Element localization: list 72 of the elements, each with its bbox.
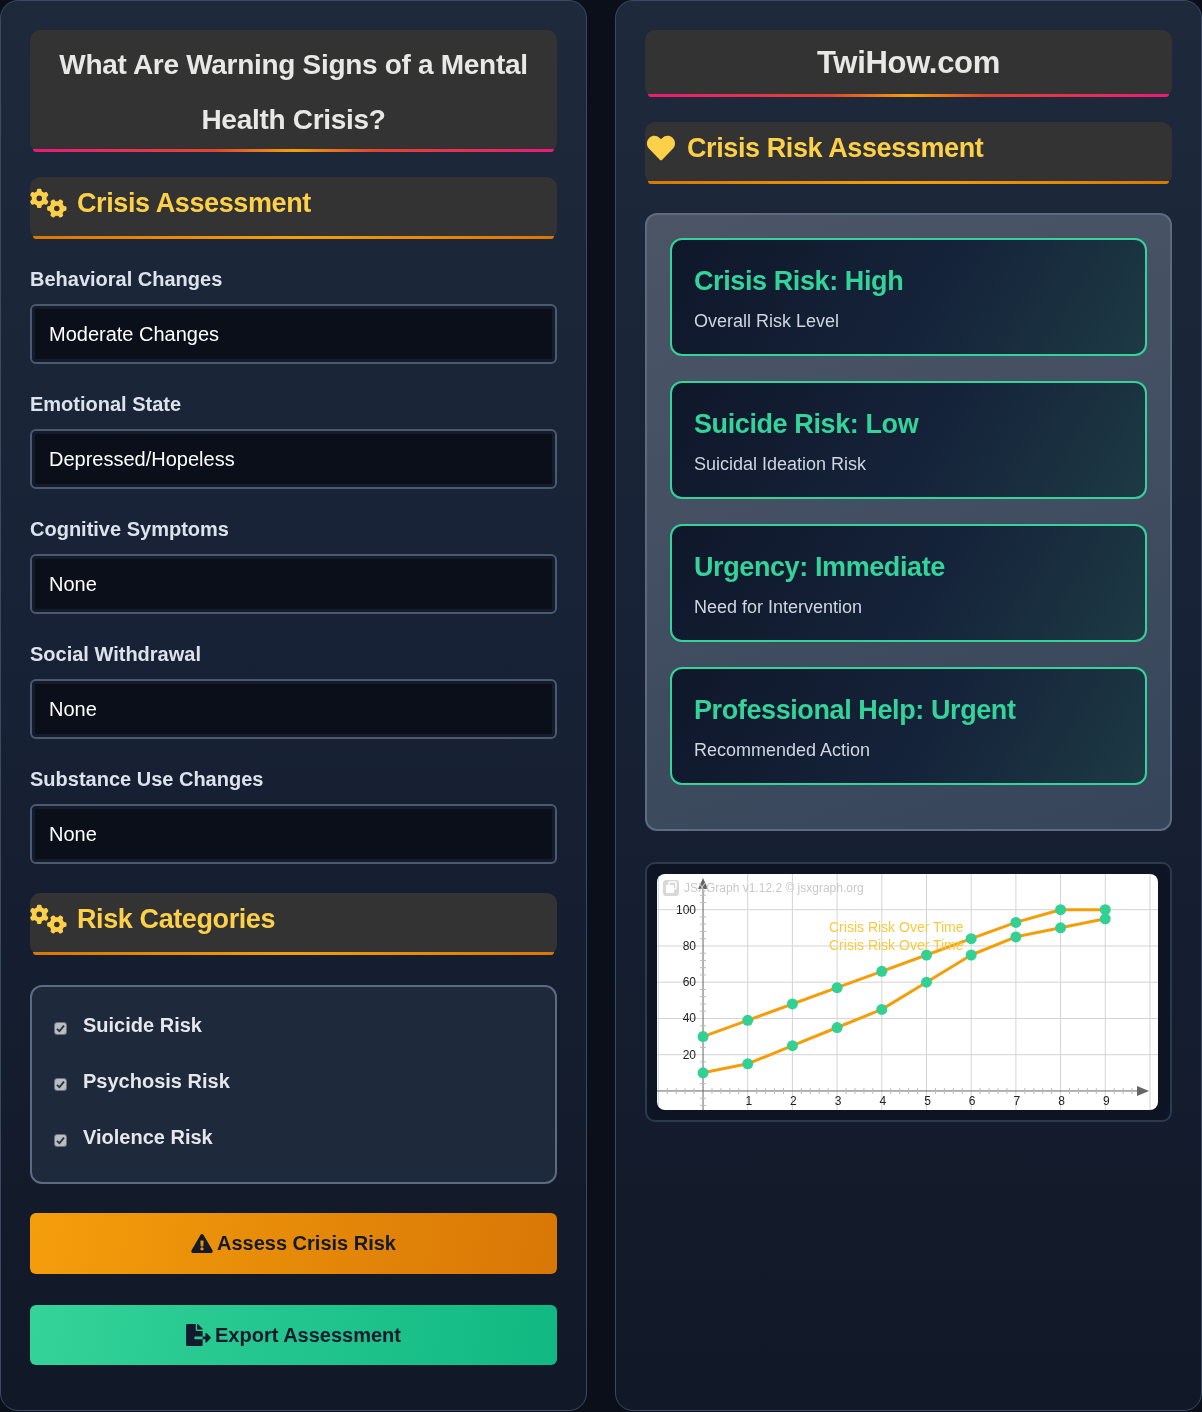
data-point — [831, 1022, 843, 1034]
gears-icon — [30, 904, 67, 934]
axis-tick-label: 20 — [682, 1047, 697, 1062]
data-point — [876, 1003, 888, 1015]
data-point — [876, 965, 888, 977]
axis-tick-label: 9 — [1102, 1093, 1110, 1108]
data-point — [1099, 913, 1111, 925]
data-point — [697, 1067, 709, 1079]
data-point — [742, 1058, 754, 1070]
select-field[interactable]: None — [30, 679, 557, 739]
series-label: Crisis Risk Over Time — [829, 919, 964, 935]
data-point — [965, 949, 977, 961]
select-field[interactable]: Depressed/Hopeless — [30, 429, 557, 489]
checkbox-label: Suicide Risk — [83, 1013, 202, 1037]
select-field[interactable]: None — [30, 804, 557, 864]
section-heading: Crisis Assessment — [77, 187, 311, 219]
field-label: Social Withdrawal — [30, 642, 202, 666]
data-point — [786, 998, 798, 1010]
export-button[interactable]: Export Assessment — [30, 1305, 557, 1365]
site-title: TwiHow.com — [645, 30, 1172, 97]
axis-tick-label: 2 — [790, 1093, 797, 1108]
result-title: Urgency: Immediate — [694, 551, 945, 583]
section-heading: Crisis Risk Assessment — [687, 132, 984, 164]
select-field[interactable]: Moderate Changes — [30, 304, 557, 364]
data-point — [1010, 931, 1022, 943]
result-subtitle: Suicidal Ideation Risk — [694, 453, 867, 475]
checkbox-label: Violence Risk — [83, 1125, 213, 1149]
data-point — [1010, 916, 1022, 928]
logo-icon — [663, 880, 679, 896]
checkbox[interactable] — [54, 1077, 67, 1091]
file-arrow-icon — [186, 1324, 211, 1346]
result-subtitle: Need for Intervention — [694, 596, 863, 618]
warning-icon — [191, 1234, 213, 1253]
section-heading: Risk Categories — [77, 903, 276, 935]
data-point — [742, 1014, 754, 1026]
axis-tick-label: 100 — [676, 902, 697, 917]
data-point — [831, 982, 843, 994]
data-point — [1055, 922, 1067, 934]
axis-tick-label: 7 — [1013, 1093, 1021, 1108]
result-title: Suicide Risk: Low — [694, 408, 919, 440]
assess-button[interactable]: Assess Crisis Risk — [30, 1213, 557, 1274]
field-label: Cognitive Symptoms — [30, 517, 230, 541]
heart-icon — [645, 134, 677, 162]
axis-tick-label: 3 — [834, 1093, 842, 1108]
axis-tick-label: 5 — [924, 1093, 931, 1108]
data-point — [697, 1031, 709, 1043]
checkbox[interactable] — [54, 1133, 67, 1147]
page-title: What Are Warning Signs of a Mental Health Crisis? — [30, 30, 557, 152]
checkbox[interactable] — [54, 1021, 67, 1035]
field-label: Behavioral Changes — [30, 267, 224, 291]
axis-tick-label: 6 — [968, 1093, 976, 1108]
result-subtitle: Overall Risk Level — [694, 310, 840, 332]
result-title: Professional Help: Urgent — [694, 694, 1016, 726]
data-point — [965, 933, 977, 945]
data-point — [1099, 904, 1111, 916]
axis-tick-label: 40 — [682, 1011, 697, 1026]
data-point — [921, 949, 932, 961]
field-label: Substance Use Changes — [30, 767, 265, 791]
axis-tick-label: 60 — [682, 975, 697, 990]
checkbox-label: Psychosis Risk — [83, 1069, 230, 1093]
data-point — [921, 976, 932, 988]
axis-tick-label: 80 — [682, 938, 697, 953]
data-point — [1055, 904, 1067, 916]
axis-tick-label: 1 — [745, 1093, 753, 1108]
select-field[interactable]: None — [30, 554, 557, 614]
data-point — [786, 1040, 798, 1052]
field-label: Emotional State — [30, 392, 183, 416]
gears-icon — [30, 188, 67, 218]
axis-tick-label: 8 — [1058, 1093, 1065, 1108]
result-subtitle: Recommended Action — [694, 739, 871, 761]
result-title: Crisis Risk: High — [694, 265, 904, 297]
axis-tick-label: 4 — [879, 1093, 887, 1108]
